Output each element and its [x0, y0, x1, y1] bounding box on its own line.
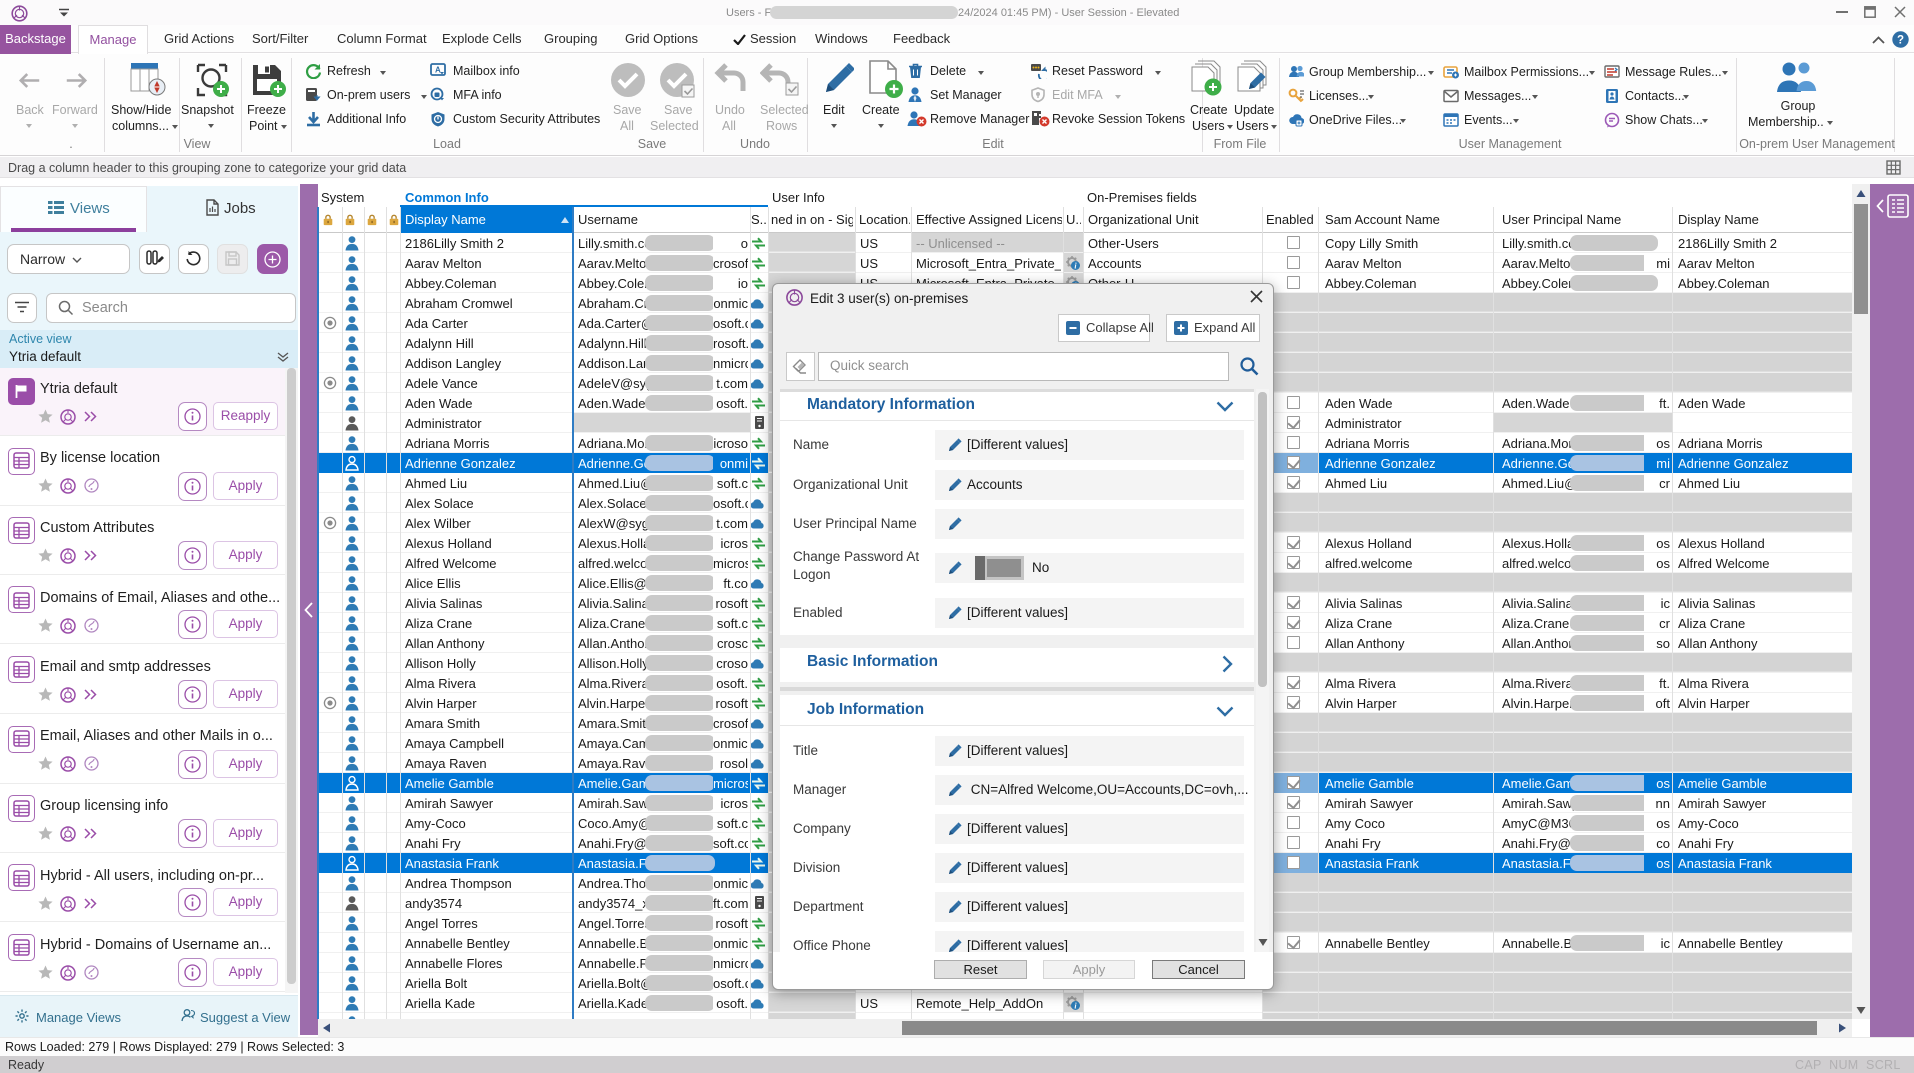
- svg-text:A: A: [435, 66, 441, 75]
- svg-text:?: ?: [1897, 35, 1904, 47]
